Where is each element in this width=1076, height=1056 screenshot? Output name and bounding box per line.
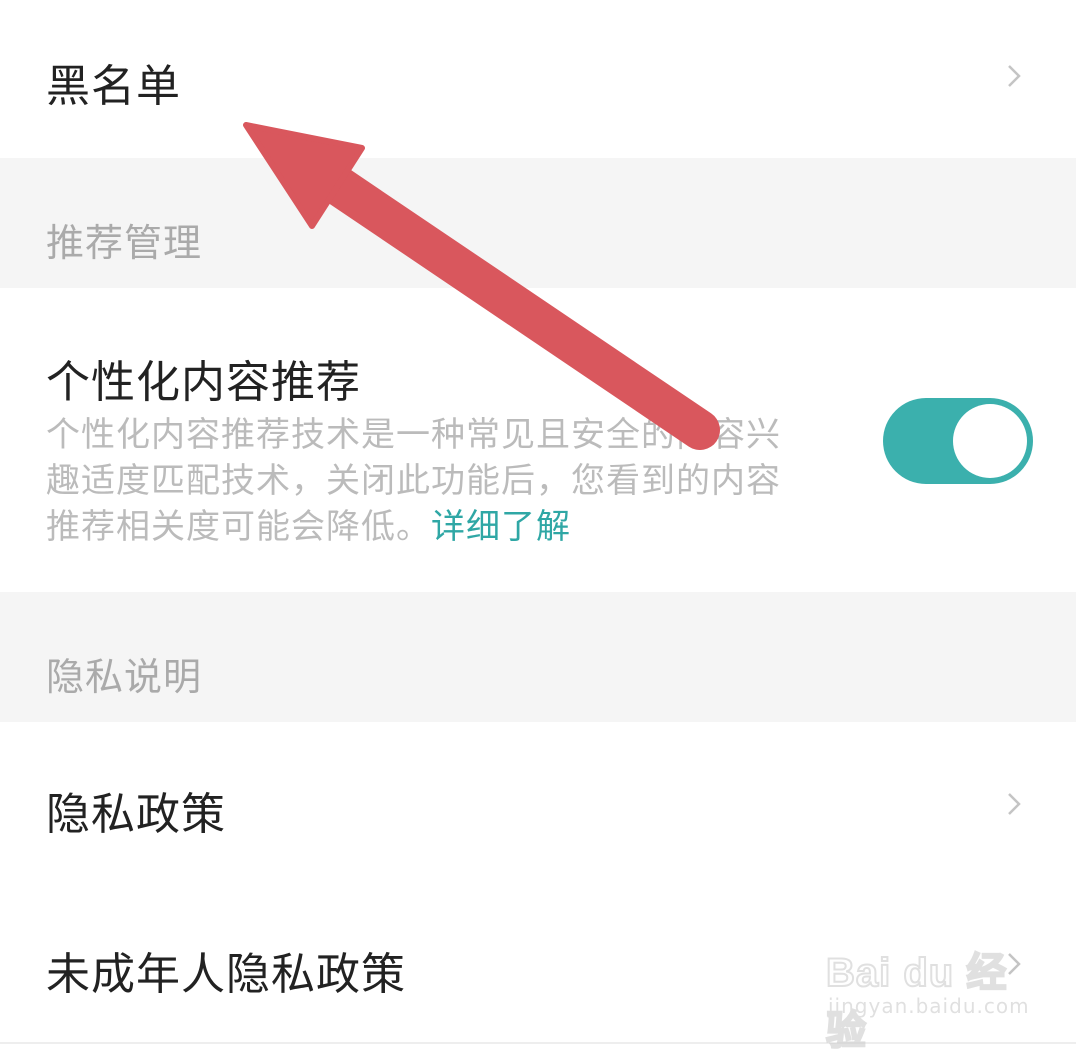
toggle-knob (953, 404, 1027, 478)
blacklist-label: 黑名单 (46, 61, 181, 112)
recommend-section-header: 推荐管理 (0, 158, 1076, 288)
blacklist-row[interactable]: 黑名单 (0, 0, 1076, 158)
personalized-recommend-description: 个性化内容推荐技术是一种常见且安全的内容兴趣适度匹配技术，关闭此功能后，您看到的… (46, 412, 786, 550)
watermark-url: jingyan.baidu.com (828, 994, 1030, 1018)
minor-privacy-policy-label: 未成年人隐私政策 (46, 949, 406, 1000)
personalized-recommend-row: 个性化内容推荐 个性化内容推荐技术是一种常见且安全的内容兴趣适度匹配技术，关闭此… (0, 288, 1076, 592)
learn-more-link[interactable]: 详细了解 (431, 507, 571, 547)
personalized-recommend-title: 个性化内容推荐 (46, 357, 361, 408)
chevron-right-icon (1000, 62, 1028, 90)
privacy-policy-label: 隐私政策 (46, 789, 226, 840)
description-text: 个性化内容推荐技术是一种常见且安全的内容兴趣适度匹配技术，关闭此功能后，您看到的… (46, 415, 781, 547)
recommend-section-label: 推荐管理 (46, 221, 203, 265)
privacy-section-header: 隐私说明 (0, 592, 1076, 722)
baidu-jingyan-watermark: Bai du 经验 jingyan.baidu.com (820, 930, 1040, 1054)
privacy-section-label: 隐私说明 (46, 655, 203, 699)
personalized-recommend-toggle[interactable] (883, 398, 1033, 484)
privacy-policy-row[interactable]: 隐私政策 (0, 722, 1076, 882)
chevron-right-icon (1000, 790, 1028, 818)
